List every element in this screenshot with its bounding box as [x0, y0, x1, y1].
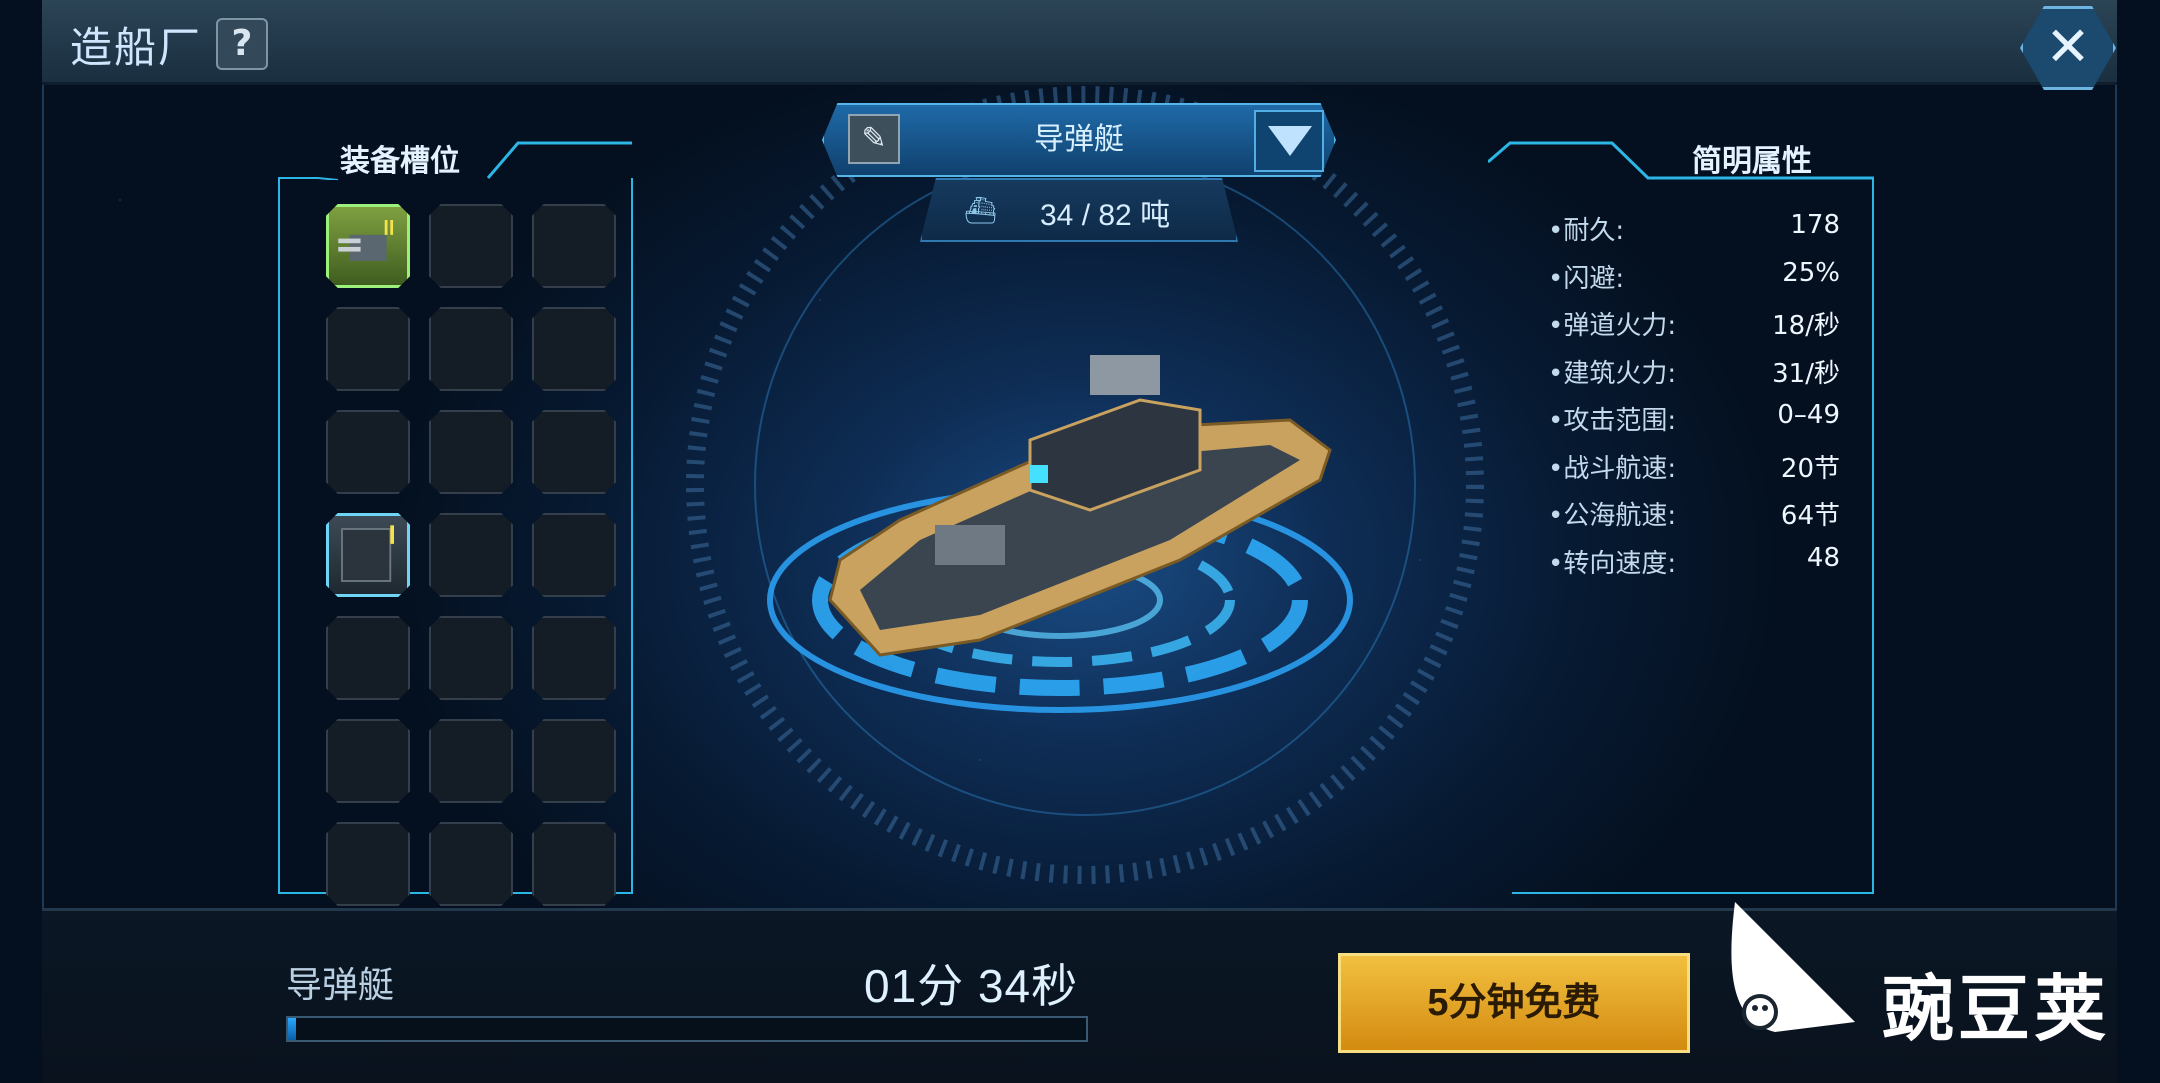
top-bar [42, 0, 2117, 85]
equipment-slot[interactable] [429, 513, 513, 597]
stat-value: 18/秒 [1772, 311, 1840, 341]
equipment-slot[interactable] [532, 204, 616, 288]
stat-label: •弹道火力: [1548, 311, 1677, 341]
equipment-slot[interactable] [532, 616, 616, 700]
equipment-slot[interactable] [429, 307, 513, 391]
free-speedup-label: 5分钟免费 [1427, 982, 1601, 1024]
stat-row: •弹道火力: 18/秒 [1548, 305, 1840, 345]
stats-frame-top [1488, 141, 1874, 180]
stat-value: 0–49 [1777, 400, 1840, 430]
stat-row: •公海航速: 64节 [1548, 495, 1840, 535]
stat-value: 178 [1790, 210, 1840, 240]
equipment-slot[interactable] [532, 410, 616, 494]
stat-label: •战斗航速: [1548, 453, 1677, 484]
stat-row: •闪避: 25% [1548, 258, 1840, 298]
tonnage-badge: ⛴ 34 / 82 吨 [920, 178, 1238, 242]
equipment-slot[interactable] [326, 822, 410, 906]
equipment-slot[interactable] [326, 307, 410, 391]
cannon-turret-icon [338, 220, 394, 261]
build-progress-fill [288, 1018, 296, 1040]
stat-row: •转向速度: 48 [1548, 543, 1840, 583]
equipment-slot[interactable] [532, 822, 616, 906]
equipment-slot[interactable] [326, 513, 410, 597]
armor-plate-icon [341, 525, 394, 582]
equipment-slot[interactable] [532, 513, 616, 597]
equipment-slot[interactable] [429, 204, 513, 288]
stat-row: •耐久: 178 [1548, 210, 1840, 250]
stat-value: 31/秒 [1772, 358, 1840, 389]
rename-icon[interactable]: ✎ [848, 114, 900, 164]
stat-row: •攻击范围: 0–49 [1548, 400, 1840, 440]
tonnage-value: 34 / 82 吨 [1040, 199, 1171, 232]
help-button[interactable]: ? [216, 18, 268, 70]
equipment-slot[interactable] [326, 204, 410, 288]
equipment-slot[interactable] [326, 410, 410, 494]
watermark-text: 豌豆荚 [1882, 970, 2111, 1050]
equipment-slot[interactable] [429, 719, 513, 803]
equipment-slot[interactable] [429, 822, 513, 906]
stat-label: •建筑火力: [1548, 358, 1677, 389]
build-ship-name: 导弹艇 [286, 964, 395, 1005]
stat-row: •建筑火力: 31/秒 [1548, 353, 1840, 393]
free-speedup-button[interactable]: 5分钟免费 [1338, 953, 1690, 1053]
stat-label: •攻击范围: [1548, 406, 1677, 436]
equipment-slot[interactable] [532, 307, 616, 391]
page-title: 造船厂 [70, 24, 203, 71]
stat-value: 64节 [1780, 501, 1840, 531]
stat-label: •公海航速: [1548, 501, 1677, 531]
stat-label: •闪避: [1548, 263, 1625, 294]
equipment-slot[interactable] [326, 616, 410, 700]
build-progress-bar [286, 1016, 1088, 1042]
ship-weight-icon: ⛴ [964, 196, 998, 226]
equipment-slot[interactable] [429, 616, 513, 700]
stat-value: 48 [1806, 542, 1840, 573]
dropdown-arrow-icon[interactable] [1254, 110, 1324, 172]
equipment-slot[interactable] [326, 719, 410, 803]
stat-value: 25% [1782, 257, 1840, 288]
equipment-slot[interactable] [429, 410, 513, 494]
stat-row: •战斗航速: 20节 [1548, 448, 1840, 488]
equipment-slot[interactable] [532, 719, 616, 803]
stat-label: •耐久: [1548, 216, 1625, 246]
stat-label: •转向速度: [1548, 548, 1677, 579]
stat-value: 20节 [1780, 453, 1840, 484]
build-timer: 01分 34秒 [864, 960, 1079, 1012]
pea-pod-logo-icon [1731, 902, 1855, 1032]
equipment-frame-top [278, 141, 632, 180]
